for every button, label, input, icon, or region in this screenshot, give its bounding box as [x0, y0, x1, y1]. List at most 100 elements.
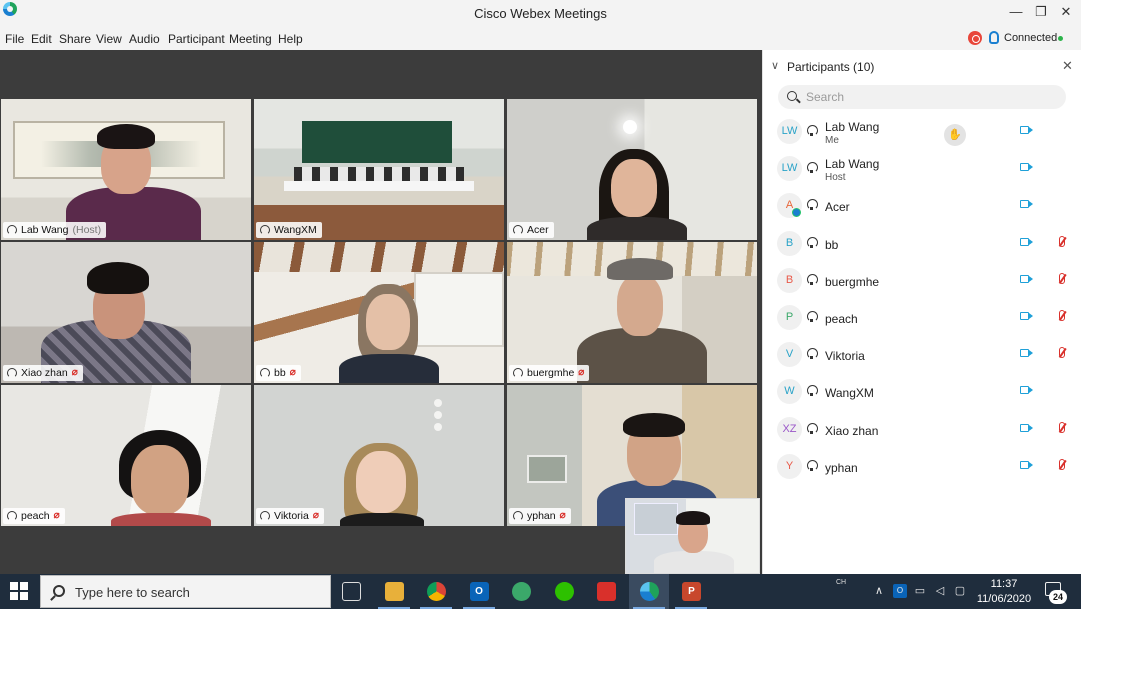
close-button[interactable]: ✕	[1056, 3, 1076, 21]
avatar: XZ	[777, 416, 802, 442]
muted-mic-icon: ⌀	[71, 367, 78, 378]
recording-icon[interactable]	[968, 31, 982, 45]
tile-name: Viktoria	[274, 510, 309, 522]
muted-mic-icon[interactable]	[1059, 458, 1065, 470]
menu-audio[interactable]: Audio	[129, 32, 160, 46]
taskbar-app-wechat[interactable]	[544, 574, 584, 609]
menu-view[interactable]: View	[96, 32, 122, 46]
muted-mic-icon[interactable]	[1059, 347, 1065, 359]
taskbar-app-file-explorer[interactable]	[374, 574, 414, 609]
video-camera-icon[interactable]	[1020, 237, 1029, 246]
participant-search-input[interactable]	[806, 88, 1056, 106]
video-camera-icon[interactable]	[1020, 163, 1029, 172]
video-tile-xiao-zhan[interactable]: Xiao zhan ⌀	[1, 242, 251, 383]
clock-date[interactable]: 11/06/2020	[972, 593, 1036, 605]
avatar: B	[777, 230, 802, 256]
participant-row[interactable]: LW Lab Wang Host	[763, 152, 1082, 189]
video-tile-bb[interactable]: bb ⌀	[254, 242, 504, 383]
menu-share[interactable]: Share	[59, 32, 91, 46]
muted-mic-icon[interactable]	[1059, 421, 1065, 433]
clock-time[interactable]: 11:37	[978, 578, 1030, 590]
menu-meeting[interactable]: Meeting	[229, 32, 272, 46]
start-button[interactable]	[10, 582, 30, 602]
video-camera-icon[interactable]	[1020, 200, 1029, 209]
video-tile-acer[interactable]: Acer	[507, 99, 757, 240]
tile-name-tag: bb ⌀	[256, 365, 301, 381]
tile-name: buergmhe	[527, 367, 575, 379]
menu-help[interactable]: Help	[278, 32, 303, 46]
taskbar-app-paint[interactable]	[501, 574, 541, 609]
connection-dot-icon	[1058, 36, 1063, 41]
menu-file[interactable]: File	[5, 32, 24, 46]
notification-count-badge: 24	[1049, 590, 1067, 604]
avatar: P	[777, 305, 802, 330]
audio-icon	[807, 199, 818, 211]
taskbar-app-powerpoint[interactable]: P	[671, 574, 711, 609]
video-camera-icon[interactable]	[1020, 312, 1029, 320]
participant-row[interactable]: V Viktoria	[763, 338, 1082, 375]
participant-row[interactable]: LW Lab Wang Me	[763, 115, 1082, 152]
video-tile-viktoria[interactable]: Viktoria ⌀	[254, 385, 504, 526]
input-language-indicator[interactable]: CH	[836, 579, 846, 586]
participant-row[interactable]: Bbb	[763, 227, 1082, 264]
muted-mic-icon[interactable]	[1059, 272, 1065, 284]
muted-mic-icon[interactable]	[1059, 310, 1065, 321]
video-camera-icon[interactable]	[1020, 126, 1029, 134]
taskbar-app-acrobat[interactable]	[586, 574, 626, 609]
video-tile-wangxm[interactable]: WangXM	[254, 99, 504, 240]
participant-row[interactable]: Yyphan	[763, 450, 1082, 487]
avatar: B	[777, 267, 802, 293]
participant-row[interactable]: Bbuergmhe	[763, 264, 1082, 301]
audio-icon	[513, 511, 523, 521]
participant-row[interactable]: W WangXM	[763, 375, 1082, 412]
participants-title: Participants (10)	[787, 60, 875, 74]
tray-network-icon[interactable]: ▢	[953, 584, 967, 598]
video-tile-lab-wang[interactable]: Lab Wang (Host)	[1, 99, 251, 240]
video-camera-icon[interactable]	[1020, 460, 1029, 469]
wechat-icon	[554, 582, 574, 601]
taskbar-app-task-view[interactable]	[331, 574, 371, 609]
tile-role: (Host)	[72, 224, 102, 236]
collapse-chevron-icon[interactable]: ∨	[771, 59, 779, 72]
video-camera-icon[interactable]	[1020, 349, 1029, 358]
menu-bar: File Edit Share View Audio Participant M…	[0, 26, 1081, 50]
avatar: V	[777, 342, 802, 368]
audio-icon	[7, 368, 17, 378]
participant-name: Xiao zhan	[825, 423, 879, 438]
taskbar-app-webex[interactable]	[628, 574, 669, 609]
muted-mic-icon: ⌀	[578, 367, 585, 378]
chrome-icon	[427, 582, 446, 601]
tray-outlook-icon[interactable]: O	[893, 584, 907, 598]
video-camera-icon[interactable]	[1020, 423, 1029, 432]
connection-status: Connected	[1004, 32, 1058, 44]
tray-battery-icon[interactable]: ▭	[913, 584, 927, 598]
participant-row[interactable]: A Acer	[763, 189, 1082, 226]
participant-row[interactable]: Ppeach	[763, 301, 1082, 338]
tile-name: Acer	[527, 224, 549, 236]
self-view-thumbnail[interactable]	[625, 498, 760, 574]
audio-icon	[807, 273, 818, 285]
taskbar-search-box[interactable]: Type here to search	[40, 575, 331, 608]
restore-button[interactable]: ❐	[1031, 3, 1051, 21]
tile-name-tag: buergmhe ⌀	[509, 365, 590, 381]
audio-icon	[7, 511, 17, 521]
avatar: LW	[777, 156, 802, 182]
video-camera-icon[interactable]	[1020, 386, 1029, 395]
muted-mic-icon[interactable]	[1059, 235, 1065, 247]
video-tile-buergmhe[interactable]: buergmhe ⌀	[507, 242, 757, 383]
menu-participant[interactable]: Participant	[168, 32, 225, 46]
close-panel-button[interactable]: ✕	[1062, 58, 1073, 74]
minimize-button[interactable]: —	[1006, 3, 1026, 21]
taskbar-app-chrome[interactable]	[416, 574, 456, 609]
participant-row[interactable]: XZ Xiao zhan	[763, 413, 1082, 450]
tile-name-tag: Acer	[509, 222, 554, 238]
video-camera-icon[interactable]	[1020, 274, 1029, 283]
tile-name: Xiao zhan	[21, 367, 68, 379]
tile-name-tag: Viktoria ⌀	[256, 508, 324, 524]
taskbar-app-outlook[interactable]: O	[459, 574, 499, 609]
tray-chevron-up-icon[interactable]: ∧	[872, 584, 886, 598]
tray-volume-icon[interactable]: ◁	[933, 584, 947, 598]
menu-edit[interactable]: Edit	[31, 32, 52, 46]
video-tile-peach[interactable]: peach ⌀	[1, 385, 251, 526]
audio-icon	[260, 511, 270, 521]
